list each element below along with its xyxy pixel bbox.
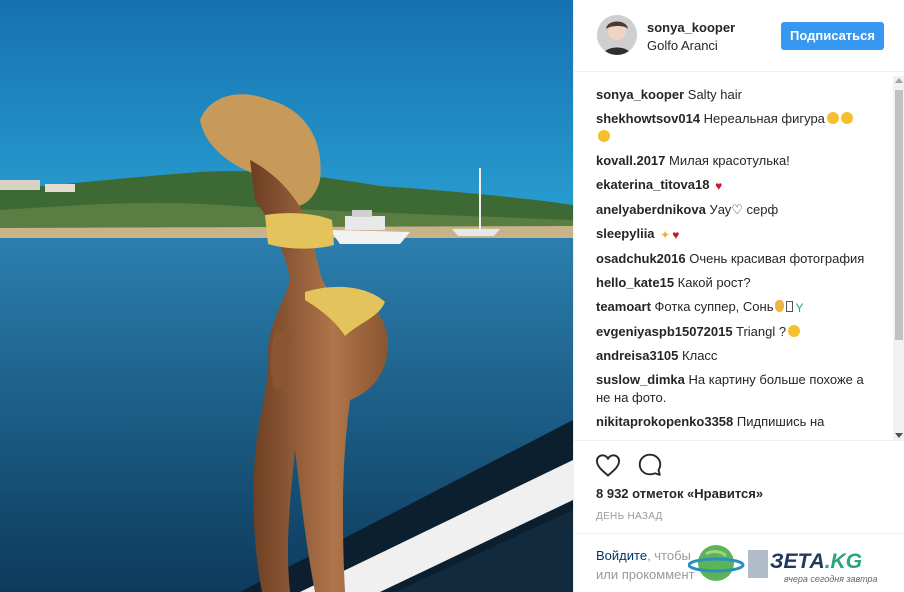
comment-item: nikitaprokopenko3358 Пидпишись на xyxy=(596,413,866,431)
watermark-brand-name: ЗЕТА xyxy=(770,550,825,573)
watermark-slogan: вчера сегодня завтра xyxy=(784,574,878,584)
comment-text: Очень красивая фотография xyxy=(689,251,865,266)
comment-item: teamoart Фотка суппер, Сонь Y xyxy=(596,298,866,317)
sparkles-icon: ✦ xyxy=(660,228,671,242)
follow-button[interactable]: Подписаться xyxy=(781,22,884,50)
comment-text: Милая красотулька! xyxy=(669,153,790,168)
comment-username[interactable]: suslow_dimka xyxy=(596,372,685,387)
instagram-post-view: sonya_kooper Golfo Aranci Подписаться so… xyxy=(0,0,904,592)
comment-username[interactable]: hello_kate15 xyxy=(596,275,674,290)
comment-text: Нереальная фигура xyxy=(703,111,825,126)
site-watermark: ЗЕТА.KG вчера сегодня завтра xyxy=(687,538,904,592)
comment-item: evgeniyaspb15072015 Triangl ? xyxy=(596,323,866,341)
comment-username[interactable]: shekhowtsov014 xyxy=(596,111,700,126)
comment-username[interactable]: nikitaprokopenko3358 xyxy=(596,414,733,429)
comment-item: kovall.2017 Милая красотулька! xyxy=(596,152,866,170)
watermark-brand-tld: .KG xyxy=(824,550,863,573)
comment-item: osadchuk2016 Очень красивая фотография xyxy=(596,250,866,268)
avatar-image xyxy=(597,15,637,55)
comment-item: ekaterina_titova18 ♥ xyxy=(596,176,866,195)
comments-list: sonya_kooper Salty hair shekhowtsov014 Не… xyxy=(596,86,866,440)
comment-text: Triangl ? xyxy=(736,324,787,339)
smiling-face-heart-eyes-icon xyxy=(840,112,853,124)
comment-text: Пидпишись на xyxy=(736,414,825,429)
comment-item: andreisa3105 Класс xyxy=(596,347,866,365)
comment-item: sonya_kooper Salty hair xyxy=(596,86,866,104)
login-link[interactable]: Войдите xyxy=(596,548,647,563)
login-prompt-text-2: или прокоммент xyxy=(596,567,695,582)
comment-text: Фотка суппер, Сонь xyxy=(654,299,774,314)
post-header: sonya_kooper Golfo Aranci Подписаться xyxy=(574,0,904,72)
scrollbar-thumb[interactable] xyxy=(895,90,903,340)
post-author-username[interactable]: sonya_kooper xyxy=(647,20,735,35)
heart-outline-icon[interactable] xyxy=(594,451,622,479)
scroll-up-arrow-icon[interactable] xyxy=(895,78,903,83)
post-photo[interactable] xyxy=(0,0,573,592)
post-side-panel: sonya_kooper Golfo Aranci Подписаться so… xyxy=(573,0,904,592)
comment-text: Класс xyxy=(682,348,718,363)
raised-hand-icon xyxy=(775,300,785,312)
comment-text: Какой рост? xyxy=(677,275,751,290)
cocktail-icon: Y xyxy=(795,301,804,315)
comment-username[interactable]: evgeniyaspb15072015 xyxy=(596,324,733,339)
comments-scrollbar[interactable] xyxy=(893,76,904,440)
smiling-face-heart-eyes-icon xyxy=(598,130,610,142)
heart-icon: ♥ xyxy=(715,179,723,193)
comment-username[interactable]: osadchuk2016 xyxy=(596,251,686,266)
comment-username[interactable]: anelyaberdnikova xyxy=(596,202,706,217)
login-prompt-text-1: , чтобы xyxy=(647,548,691,563)
globe-logo-icon xyxy=(687,545,768,581)
comment-username[interactable]: sonya_kooper xyxy=(596,87,684,102)
avatar[interactable] xyxy=(597,15,637,55)
comment-username[interactable]: sleepyliia xyxy=(596,226,655,241)
post-photo-graphic xyxy=(0,0,573,592)
comment-item: sleepyliia ✦ ♥ xyxy=(596,225,866,244)
comment-item: hello_kate15 Какой рост? xyxy=(596,274,866,292)
comment-text: Уау♡ серф xyxy=(709,202,779,217)
comment-item: anelyaberdnikova Уау♡ серф xyxy=(596,201,866,219)
comment-text: Salty hair xyxy=(687,87,742,102)
scroll-down-arrow-icon[interactable] xyxy=(895,433,903,438)
comment-bubble-icon[interactable] xyxy=(636,451,664,479)
post-timestamp[interactable]: ДЕНЬ НАЗАД xyxy=(596,511,663,522)
comment-username[interactable]: andreisa3105 xyxy=(596,348,678,363)
unknown-glyph-icon xyxy=(786,301,794,312)
post-actions: 8 932 отметок «Нравится» ДЕНЬ НАЗАД xyxy=(574,440,904,532)
comment-item: shekhowtsov014 Нереальная фигура xyxy=(596,110,866,146)
comment-item: suslow_dimka На картину больше похоже а … xyxy=(596,371,866,407)
smiling-face-heart-eyes-icon xyxy=(788,325,801,337)
heart-icon: ♥ xyxy=(672,228,680,242)
comment-username[interactable]: kovall.2017 xyxy=(596,153,665,168)
watermark-brand: ЗЕТА.KG xyxy=(770,550,862,574)
post-location[interactable]: Golfo Aranci xyxy=(647,38,718,53)
comment-username[interactable]: ekaterina_titova18 xyxy=(596,177,709,192)
likes-count[interactable]: 8 932 отметок «Нравится» xyxy=(596,486,763,501)
smiling-face-heart-eyes-icon xyxy=(826,112,839,124)
comment-username[interactable]: teamoart xyxy=(596,299,651,314)
